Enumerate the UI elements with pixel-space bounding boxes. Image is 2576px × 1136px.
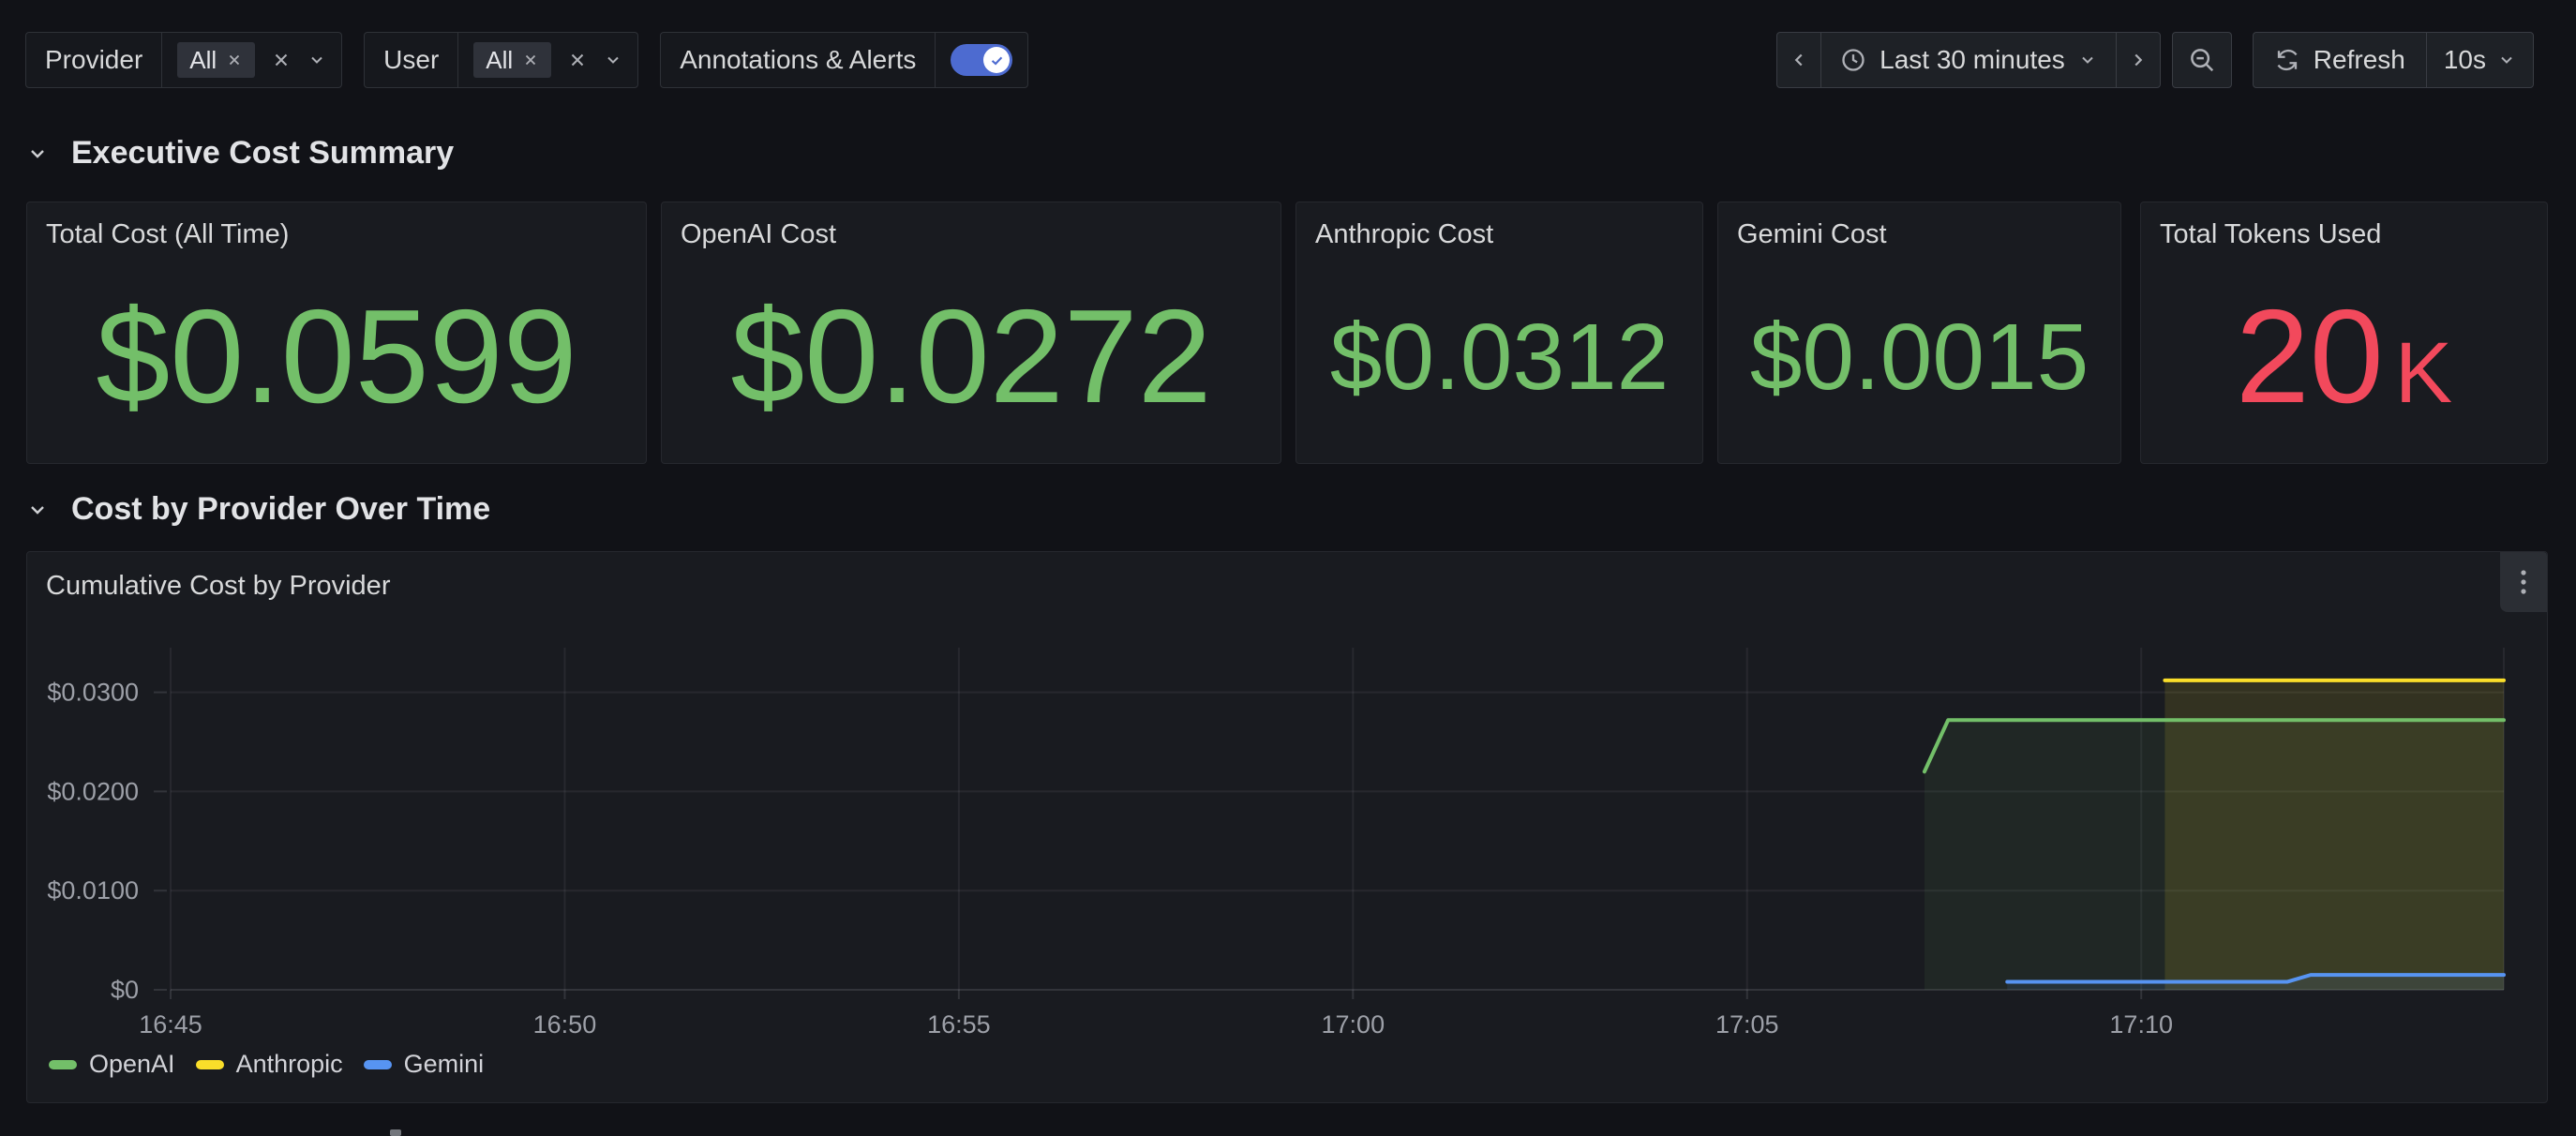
chevron-left-icon: [1789, 50, 1809, 70]
clear-selection-icon[interactable]: [271, 50, 292, 70]
refresh-icon: [2274, 47, 2300, 73]
refresh-interval-picker[interactable]: 10s: [2426, 32, 2534, 88]
panel-menu-button[interactable]: [2500, 552, 2547, 612]
chip-remove-icon[interactable]: [226, 52, 243, 68]
x-tick-label: 17:05: [1715, 1010, 1779, 1039]
chevron-down-icon[interactable]: [307, 51, 326, 69]
time-range-picker[interactable]: Last 30 minutes: [1820, 32, 2117, 88]
stat-panel-openai-cost: OpenAI Cost $0.0272: [661, 202, 1281, 464]
chart-legend: OpenAI Anthropic Gemini: [49, 1050, 484, 1079]
x-tick-label: 16:55: [927, 1010, 991, 1039]
chevron-down-icon: [2078, 51, 2097, 69]
chevron-down-icon: [26, 499, 49, 521]
provider-selected-value: All: [189, 46, 217, 75]
chip-remove-icon[interactable]: [522, 52, 539, 68]
legend-color-pill: [196, 1060, 224, 1069]
stat-value: 20 K: [2236, 291, 2452, 424]
y-tick-label: $0: [111, 976, 139, 1004]
panel-title: Cumulative Cost by Provider: [46, 571, 390, 602]
section-title: Executive Cost Summary: [71, 135, 454, 172]
legend-item-Anthropic[interactable]: Anthropic: [196, 1050, 343, 1079]
annotations-control: Annotations & Alerts: [660, 32, 1028, 88]
chevron-down-icon[interactable]: [604, 51, 622, 69]
x-tick-label: 16:50: [533, 1010, 597, 1039]
time-range-label: Last 30 minutes: [1880, 45, 2065, 75]
panel-title: Anthropic Cost: [1315, 219, 1493, 250]
row-header-executive-cost-summary[interactable]: Executive Cost Summary: [26, 135, 454, 172]
clear-selection-icon[interactable]: [567, 50, 588, 70]
series-fill-Anthropic: [2164, 680, 2504, 990]
legend-label: OpenAI: [89, 1050, 175, 1079]
time-shift-forward-button[interactable]: [2116, 32, 2161, 88]
legend-item-Gemini[interactable]: Gemini: [364, 1050, 485, 1079]
legend-color-pill: [364, 1060, 392, 1069]
dashboard-controls: Provider All User All: [25, 32, 1028, 88]
user-filter-label: User: [365, 45, 457, 75]
legend-label: Anthropic: [236, 1050, 343, 1079]
legend-label: Gemini: [404, 1050, 485, 1079]
chart-panel-cumulative-cost: 16:45 16:50 16:55 17:00 17:05 17:10 $0 $0.0100 $…: [26, 551, 2548, 1103]
provider-selected-chip[interactable]: All: [177, 42, 255, 78]
time-controls: Last 30 minutes Refresh 10s: [1776, 32, 2534, 88]
stat-panel-total-tokens: Total Tokens Used 20 K: [2140, 202, 2548, 464]
legend-color-pill: [49, 1060, 77, 1069]
x-tick-label: 17:10: [2109, 1010, 2173, 1039]
toggle-knob: [983, 47, 1010, 73]
refresh-interval-value: 10s: [2444, 45, 2486, 75]
stat-panel-anthropic-cost: Anthropic Cost $0.0312: [1295, 202, 1703, 464]
panel-title: Gemini Cost: [1737, 219, 1887, 250]
x-tick-label: 17:00: [1322, 1010, 1385, 1039]
clock-icon: [1840, 47, 1866, 73]
stat-panel-total-cost: Total Cost (All Time) $0.0599: [26, 202, 647, 464]
panel-title: OpenAI Cost: [681, 219, 836, 250]
stat-value: $0.0015: [1750, 310, 2089, 404]
provider-filter-label: Provider: [26, 45, 161, 75]
y-tick-label: $0.0300: [47, 679, 139, 707]
provider-filter: Provider All: [25, 32, 342, 88]
user-selected-chip[interactable]: All: [473, 42, 551, 78]
stat-value: $0.0272: [730, 291, 1211, 424]
y-tick-label: $0.0100: [47, 876, 139, 904]
chevron-down-icon: [26, 142, 49, 165]
refresh-button[interactable]: Refresh: [2253, 32, 2427, 88]
annotations-label: Annotations & Alerts: [661, 45, 935, 75]
chevron-down-icon: [2497, 51, 2516, 69]
user-selected-value: All: [486, 46, 513, 75]
section-title: Cost by Provider Over Time: [71, 491, 490, 528]
below-fold-content-sliver: [390, 1129, 401, 1136]
refresh-label: Refresh: [2314, 45, 2405, 75]
panel-title: Total Tokens Used: [2160, 219, 2381, 250]
zoom-out-button[interactable]: [2172, 32, 2232, 88]
stat-value: $0.0599: [96, 291, 577, 424]
zoom-out-icon: [2188, 46, 2216, 74]
stat-value-suffix: K: [2395, 330, 2452, 416]
stat-value: $0.0312: [1330, 310, 1669, 404]
panel-title: Total Cost (All Time): [46, 219, 289, 250]
stat-panel-gemini-cost: Gemini Cost $0.0015: [1717, 202, 2121, 464]
x-tick-label: 16:45: [139, 1010, 202, 1039]
time-shift-back-button[interactable]: [1776, 32, 1821, 88]
annotations-toggle[interactable]: [951, 44, 1012, 76]
legend-item-OpenAI[interactable]: OpenAI: [49, 1050, 175, 1079]
chevron-right-icon: [2128, 50, 2149, 70]
row-header-cost-by-provider[interactable]: Cost by Provider Over Time: [26, 491, 490, 528]
y-tick-label: $0.0200: [47, 777, 139, 805]
kebab-menu-icon: [2512, 568, 2535, 596]
user-filter: User All: [364, 32, 638, 88]
time-series-chart[interactable]: 16:45 16:50 16:55 17:00 17:05 17:10 $0 $0.0100 $…: [27, 552, 2549, 1104]
